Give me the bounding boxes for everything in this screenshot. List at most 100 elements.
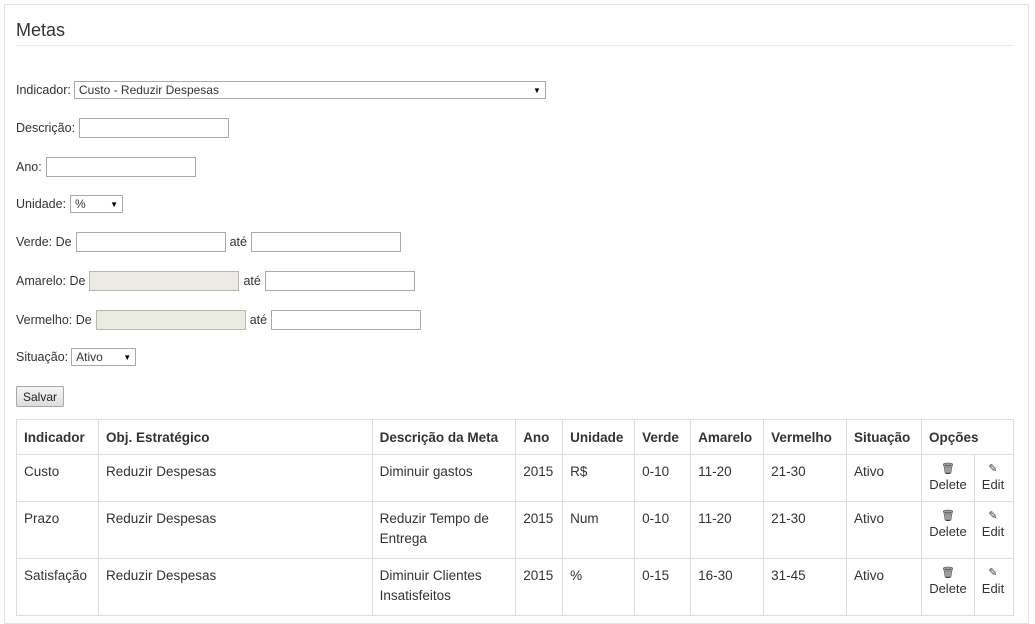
- indicador-select-value: Custo - Reduzir Despesas: [78, 83, 219, 97]
- trash-icon: 🗑: [941, 463, 955, 475]
- amarelo-to-input[interactable]: [264, 271, 415, 291]
- header-situacao[interactable]: Situação: [846, 419, 922, 455]
- cell-vermelho: 21-30: [763, 454, 848, 502]
- edit-button[interactable]: ✎ Edit: [982, 509, 1004, 539]
- header-objetivo[interactable]: Obj. Estratégico: [97, 419, 373, 455]
- cell-indicador: Satisfação: [16, 558, 99, 616]
- cell-descricao: Diminuir Clientes Insatisfeitos: [371, 558, 517, 616]
- descricao-label: Descrição:: [16, 121, 76, 135]
- unidade-row: Unidade: % ▼: [16, 193, 124, 215]
- header-unidade[interactable]: Unidade: [562, 419, 636, 455]
- descricao-row: Descrição:: [16, 117, 230, 139]
- table-row: Custo Reduzir Despesas Diminuir gastos 2…: [16, 454, 1015, 502]
- cell-ano: 2015: [515, 454, 564, 502]
- save-button[interactable]: Salvar: [16, 386, 64, 407]
- verde-ate-label: até: [229, 235, 247, 249]
- verde-from-input[interactable]: [75, 232, 226, 252]
- cell-objetivo: Reduzir Despesas: [97, 558, 373, 616]
- vermelho-row: Vermelho: De até: [16, 309, 422, 331]
- cell-indicador: Prazo: [16, 501, 99, 559]
- pencil-icon: ✎: [988, 567, 998, 579]
- cell-verde: 0-10: [634, 501, 692, 559]
- header-opcoes: Opções: [920, 419, 1015, 455]
- edit-cell: ✎ Edit: [973, 454, 1015, 502]
- amarelo-row: Amarelo: De até: [16, 270, 415, 292]
- cell-amarelo: 16-30: [690, 558, 765, 616]
- cell-verde: 0-15: [634, 558, 692, 616]
- cell-ano: 2015: [515, 501, 564, 559]
- cell-situacao: Ativo: [846, 558, 922, 616]
- edit-label: Edit: [981, 477, 1005, 492]
- delete-label: Delete: [929, 581, 967, 596]
- delete-cell: 🗑 Delete: [920, 558, 975, 616]
- cell-unidade: R$: [562, 454, 636, 502]
- edit-cell: ✎ Edit: [973, 501, 1015, 559]
- cell-amarelo: 11-20: [690, 501, 765, 559]
- header-amarelo[interactable]: Amarelo: [690, 419, 765, 455]
- amarelo-from-input: [89, 271, 240, 291]
- cell-situacao: Ativo: [846, 501, 922, 559]
- delete-cell: 🗑 Delete: [920, 454, 975, 502]
- title-divider: [16, 45, 1014, 46]
- edit-label: Edit: [981, 524, 1005, 539]
- header-indicador[interactable]: Indicador: [16, 419, 99, 455]
- cell-unidade: %: [562, 558, 636, 616]
- cell-objetivo: Reduzir Despesas: [97, 501, 373, 559]
- page-title: Metas: [16, 20, 66, 40]
- table-header-row: Indicador Obj. Estratégico Descrição da …: [16, 419, 1015, 455]
- pencil-icon: ✎: [988, 510, 998, 522]
- header-ano[interactable]: Ano: [515, 419, 564, 455]
- ano-label: Ano:: [16, 160, 42, 174]
- edit-button[interactable]: ✎ Edit: [982, 462, 1004, 492]
- cell-ano: 2015: [515, 558, 564, 616]
- cell-vermelho: 21-30: [763, 501, 848, 559]
- ano-row: Ano:: [16, 156, 196, 178]
- delete-button[interactable]: 🗑 Delete: [929, 462, 967, 492]
- pencil-icon: ✎: [988, 463, 998, 475]
- delete-label: Delete: [929, 524, 967, 539]
- verde-label: Verde: De: [16, 235, 72, 249]
- delete-button[interactable]: 🗑 Delete: [929, 566, 967, 596]
- header-descricao[interactable]: Descrição da Meta: [371, 419, 517, 455]
- unidade-select-value: %: [75, 197, 86, 211]
- vermelho-to-input[interactable]: [271, 310, 422, 330]
- situacao-row: Situação: Ativo ▼: [16, 346, 137, 368]
- amarelo-label: Amarelo: De: [16, 274, 86, 288]
- delete-button[interactable]: 🗑 Delete: [929, 509, 967, 539]
- trash-icon: 🗑: [941, 567, 955, 579]
- cell-unidade: Num: [562, 501, 636, 559]
- indicador-row: Indicador: Custo - Reduzir Despesas ▼: [16, 79, 546, 101]
- edit-button[interactable]: ✎ Edit: [982, 566, 1004, 596]
- situacao-label: Situação:: [16, 350, 69, 364]
- cell-vermelho: 31-45: [763, 558, 848, 616]
- unidade-label: Unidade:: [16, 197, 67, 211]
- header-vermelho[interactable]: Vermelho: [763, 419, 848, 455]
- verde-to-input[interactable]: [250, 232, 401, 252]
- header-verde[interactable]: Verde: [634, 419, 692, 455]
- metas-table: Indicador Obj. Estratégico Descrição da …: [16, 419, 1015, 616]
- verde-row: Verde: De até: [16, 231, 401, 253]
- situacao-select-value: Ativo: [76, 350, 103, 364]
- edit-cell: ✎ Edit: [973, 558, 1015, 616]
- cell-descricao: Reduzir Tempo de Entrega: [371, 501, 517, 559]
- amarelo-ate-label: até: [243, 274, 261, 288]
- delete-cell: 🗑 Delete: [920, 501, 975, 559]
- table-row: Prazo Reduzir Despesas Reduzir Tempo de …: [16, 501, 1015, 559]
- cell-verde: 0-10: [634, 454, 692, 502]
- vermelho-ate-label: até: [249, 313, 268, 327]
- table-row: Satisfação Reduzir Despesas Diminuir Cli…: [16, 558, 1015, 616]
- vermelho-label: Vermelho: De: [16, 313, 92, 327]
- edit-label: Edit: [981, 581, 1005, 596]
- cell-indicador: Custo: [16, 454, 99, 502]
- cell-objetivo: Reduzir Despesas: [97, 454, 373, 502]
- chevron-down-icon: ▼: [532, 85, 541, 95]
- situacao-select[interactable]: Ativo ▼: [71, 348, 137, 366]
- chevron-down-icon: ▼: [123, 352, 132, 362]
- indicador-select[interactable]: Custo - Reduzir Despesas ▼: [73, 81, 546, 99]
- ano-input[interactable]: [45, 157, 196, 177]
- unidade-select[interactable]: % ▼: [70, 195, 124, 213]
- cell-descricao: Diminuir gastos: [371, 454, 517, 502]
- trash-icon: 🗑: [941, 510, 955, 522]
- descricao-input[interactable]: [79, 118, 230, 138]
- cell-situacao: Ativo: [846, 454, 922, 502]
